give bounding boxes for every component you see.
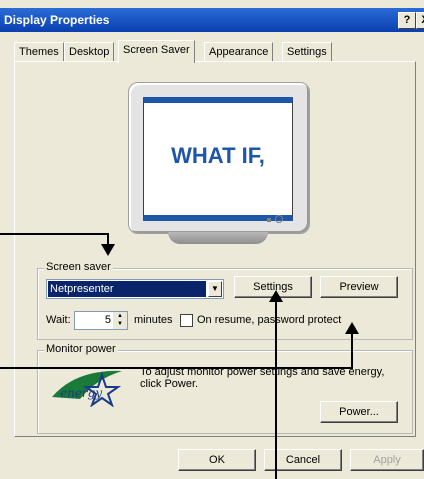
monitor-power-description: To adjust monitor power settings and sav… xyxy=(140,366,385,390)
apply-button[interactable]: Apply xyxy=(350,449,424,471)
help-button[interactable]: ? xyxy=(398,12,416,29)
spinner-arrows-icon[interactable]: ▲ ▼ xyxy=(113,312,127,329)
monitor-power-group-label: Monitor power xyxy=(44,343,118,355)
window-title: Display Properties xyxy=(4,13,110,27)
energy-star-icon: energy xyxy=(52,370,122,408)
tab-desktop[interactable]: Desktop xyxy=(64,42,115,61)
bezel-dot-icon xyxy=(267,218,271,222)
preview-screen-text: WHAT IF, xyxy=(171,143,265,168)
cancel-button[interactable]: Cancel xyxy=(264,449,342,471)
screen-saver-settings-button[interactable]: Settings xyxy=(234,276,312,298)
power-led-icon xyxy=(275,215,283,223)
password-protect-label: On resume, password protect xyxy=(197,314,342,326)
monitor-stand xyxy=(168,232,268,244)
title-bar[interactable]: Display Properties ? X xyxy=(0,8,424,32)
preview-screen: WHAT IF, xyxy=(143,97,293,221)
screen-saver-group-label: Screen saver xyxy=(44,261,113,273)
wait-minutes-value: 5 xyxy=(104,314,111,326)
monitor-bezel: WHAT IF, xyxy=(128,82,310,234)
screen-saver-select[interactable]: Netpresenter ▼ xyxy=(46,279,224,299)
chevron-down-icon[interactable]: ▼ xyxy=(208,281,222,297)
energy-star-logo: energy xyxy=(46,365,128,408)
close-button[interactable]: X xyxy=(416,12,424,29)
energy-logo-text: energy xyxy=(60,386,102,400)
monitor-preview: WHAT IF, xyxy=(128,82,310,247)
password-protect-checkbox[interactable] xyxy=(180,314,193,327)
minutes-label: minutes xyxy=(134,314,173,326)
display-properties-window: Display Properties ? X Themes Desktop Sc… xyxy=(0,0,424,479)
tab-settings[interactable]: Settings xyxy=(282,42,332,61)
wait-label: Wait: xyxy=(46,314,71,326)
ok-button[interactable]: OK xyxy=(178,449,256,471)
tab-screen-saver[interactable]: Screen Saver xyxy=(118,40,195,63)
tab-appearance[interactable]: Appearance xyxy=(204,42,274,61)
screen-saver-selected-value: Netpresenter xyxy=(48,281,206,297)
power-button[interactable]: Power... xyxy=(320,401,398,423)
preview-button[interactable]: Preview xyxy=(320,276,398,298)
wait-minutes-stepper[interactable]: 5 ▲ ▼ xyxy=(74,311,128,330)
tab-themes[interactable]: Themes xyxy=(14,42,64,61)
